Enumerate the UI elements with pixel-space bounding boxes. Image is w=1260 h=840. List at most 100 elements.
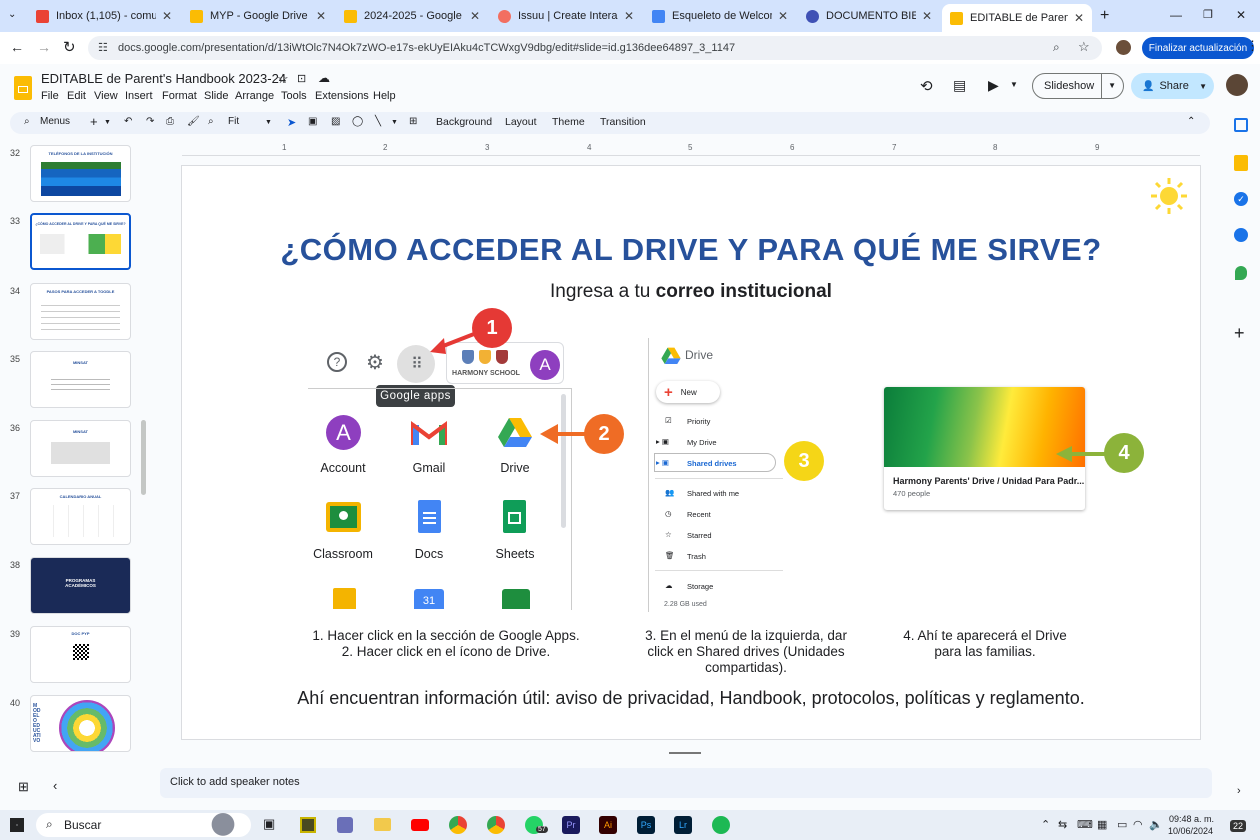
- menu-file[interactable]: File: [41, 90, 59, 102]
- close-tab-icon[interactable]: ✕: [624, 9, 634, 23]
- redo-icon[interactable]: ↷: [146, 116, 154, 127]
- paint-format-icon[interactable]: 🖌: [187, 116, 200, 127]
- text-box-icon[interactable]: ▣: [308, 116, 317, 127]
- menu-view[interactable]: View: [94, 90, 118, 102]
- minimize-icon[interactable]: —: [1170, 8, 1182, 22]
- slide-thumbnail-40[interactable]: MODELO EDUCATIVO: [30, 695, 131, 752]
- share-dropdown-icon[interactable]: ▼: [1199, 82, 1207, 91]
- premiere-icon[interactable]: Pr: [562, 816, 580, 834]
- browser-tab-issuu[interactable]: Issuu | Create Interactive✕: [490, 4, 642, 28]
- kebab-menu-icon[interactable]: ⋮: [1246, 38, 1259, 54]
- close-tab-icon[interactable]: ✕: [316, 9, 326, 23]
- volume-icon[interactable]: 🔈: [1149, 818, 1163, 831]
- slides-logo-icon[interactable]: [14, 76, 32, 100]
- star-icon[interactable]: ☆: [277, 71, 289, 87]
- file-explorer-icon[interactable]: [374, 818, 391, 831]
- chrome-icon[interactable]: [449, 816, 467, 834]
- background-button[interactable]: Background: [436, 116, 492, 128]
- account-avatar[interactable]: [1226, 74, 1248, 96]
- collapse-toolbar-icon[interactable]: ⌃: [1187, 116, 1195, 127]
- taskbar-app-icon[interactable]: [337, 817, 353, 833]
- menu-tools[interactable]: Tools: [281, 90, 307, 102]
- restore-icon[interactable]: ❐: [1203, 8, 1213, 21]
- close-window-icon[interactable]: ✕: [1236, 8, 1246, 22]
- insert-image-icon[interactable]: ▨: [331, 116, 340, 127]
- slide-title[interactable]: ¿CÓMO ACCEDER AL DRIVE Y PARA QUÉ ME SIR…: [182, 232, 1200, 268]
- windows-start-icon[interactable]: [10, 818, 24, 832]
- task-view-icon[interactable]: ▣: [263, 816, 275, 832]
- browser-tab-drive-2024[interactable]: 2024-2025 - Google Driv✕: [336, 4, 488, 28]
- maps-icon[interactable]: [1235, 266, 1247, 280]
- spotify-icon[interactable]: [712, 816, 730, 834]
- speaker-notes[interactable]: Click to add speaker notes: [160, 768, 1212, 798]
- slide-thumbnail-36[interactable]: MINSAT: [30, 420, 131, 477]
- browser-tab-gmail[interactable]: Inbox (1,105) - comunica✕: [28, 4, 180, 28]
- meet-dropdown-icon[interactable]: ▼: [1010, 80, 1018, 89]
- zoom-select[interactable]: Fit: [228, 116, 239, 127]
- browser-tab-editable[interactable]: EDITABLE de Parent's Ha✕: [942, 4, 1092, 32]
- transition-button[interactable]: Transition: [600, 116, 646, 128]
- tray-device-icon[interactable]: ▭: [1117, 818, 1127, 831]
- grid-view-icon[interactable]: ⊞: [18, 779, 29, 795]
- close-tab-icon[interactable]: ✕: [162, 9, 172, 23]
- move-folder-icon[interactable]: ⊡: [297, 72, 306, 85]
- slide-footer-text[interactable]: Ahí encuentran información útil: aviso d…: [182, 688, 1200, 709]
- search-menus-input[interactable]: Menus: [40, 116, 70, 127]
- tab-search-icon[interactable]: ⌄: [8, 9, 16, 20]
- zoom-icon[interactable]: ⌕: [1053, 40, 1060, 55]
- menu-edit[interactable]: Edit: [67, 90, 86, 102]
- undo-icon[interactable]: ↶: [124, 116, 132, 127]
- tray-audio-icon[interactable]: ▦: [1097, 818, 1107, 831]
- browser-tab-documento[interactable]: DOCUMENTO BIENVENI✕: [798, 4, 940, 28]
- document-title[interactable]: EDITABLE de Parent's Handbook 2023-24: [41, 71, 286, 86]
- menu-insert[interactable]: Insert: [125, 90, 153, 102]
- slide-thumbnail-38[interactable]: PROGRAMAS ACADÉMICOS: [30, 557, 131, 614]
- bookmark-star-icon[interactable]: ☆: [1078, 39, 1090, 55]
- wifi-icon[interactable]: ◠: [1133, 818, 1143, 831]
- collapse-filmstrip-icon[interactable]: ‹: [53, 778, 57, 793]
- new-tab-icon[interactable]: +: [1100, 7, 1109, 25]
- profile-avatar[interactable]: [1116, 40, 1131, 55]
- keep-icon[interactable]: [1234, 155, 1248, 171]
- taskbar-search[interactable]: ⌕ Buscar: [36, 809, 251, 837]
- chrome-profile-icon[interactable]: [487, 816, 505, 834]
- close-tab-icon[interactable]: ✕: [922, 9, 932, 23]
- menu-help[interactable]: Help: [373, 90, 396, 102]
- layout-button[interactable]: Layout: [505, 116, 537, 128]
- line-icon[interactable]: ╲: [375, 116, 381, 127]
- finalize-update-button[interactable]: Finalizar actualización: [1142, 37, 1254, 59]
- illustrator-icon[interactable]: Ai: [599, 816, 617, 834]
- zoom-dropdown-icon[interactable]: ▼: [265, 119, 272, 126]
- reload-icon[interactable]: ↻: [63, 38, 76, 56]
- close-tab-icon[interactable]: ✕: [778, 9, 788, 23]
- tray-settings-icon[interactable]: ⇆: [1058, 818, 1067, 831]
- contacts-icon[interactable]: [1234, 228, 1248, 242]
- slideshow-dropdown-icon[interactable]: ▼: [1101, 74, 1116, 98]
- back-icon[interactable]: ←: [10, 39, 24, 55]
- slide-subtitle[interactable]: Ingresa a tu correo institucional: [182, 281, 1200, 303]
- new-slide-icon[interactable]: +: [90, 114, 98, 129]
- slide-thumbnail-39[interactable]: DOC PYP: [30, 626, 131, 683]
- browser-tab-myp[interactable]: MYP - Google Drive ✕: [182, 4, 334, 28]
- new-slide-dropdown-icon[interactable]: ▼: [104, 119, 111, 126]
- line-dropdown-icon[interactable]: ▼: [391, 119, 398, 126]
- tasks-icon[interactable]: ✓: [1234, 192, 1248, 206]
- notification-badge[interactable]: 22: [1230, 820, 1247, 832]
- get-addons-icon[interactable]: +: [1234, 323, 1245, 344]
- sticky-notes-icon[interactable]: [300, 817, 316, 833]
- lightroom-icon[interactable]: Lr: [674, 816, 692, 834]
- slideshow-button[interactable]: Slideshow ▼: [1032, 73, 1124, 99]
- comments-icon[interactable]: ▤: [953, 77, 966, 94]
- comment-add-icon[interactable]: ⊞: [409, 116, 417, 127]
- slide-thumbnail-37[interactable]: CALENDARIO ANUAL: [30, 488, 131, 545]
- slide-thumbnail-34[interactable]: PASOS PARA ACCEDER A TOODLE: [30, 283, 131, 340]
- version-history-icon[interactable]: ⟲: [920, 77, 933, 95]
- address-bar[interactable]: ☷ docs.google.com/presentation/d/13iWtOl…: [88, 36, 1102, 60]
- slide-thumbnail-33[interactable]: ¿CÓMO ACCEDER AL DRIVE Y PARA QUÉ ME SIR…: [30, 213, 131, 270]
- caption-step-3[interactable]: 3. En el menú de la izquierda, dar click…: [632, 628, 860, 676]
- close-tab-icon[interactable]: ✕: [1074, 11, 1084, 25]
- clock-date[interactable]: 10/06/2024: [1168, 826, 1213, 836]
- clock-time[interactable]: 09:48 a. m.: [1169, 814, 1214, 824]
- select-cursor-icon[interactable]: ➤: [287, 116, 296, 129]
- tray-keyboard-icon[interactable]: ⌨: [1077, 818, 1093, 831]
